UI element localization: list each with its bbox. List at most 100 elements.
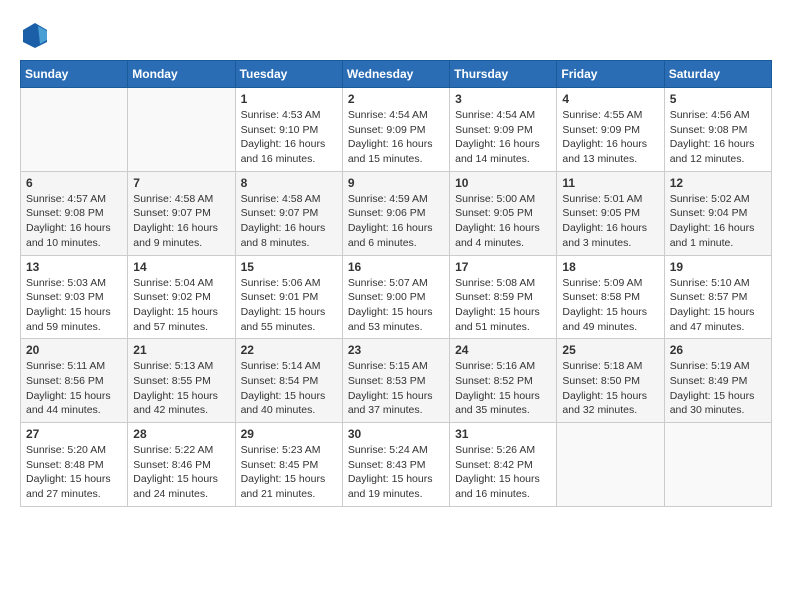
day-number: 9 (348, 176, 444, 190)
calendar-cell (557, 423, 664, 507)
calendar-cell: 25 Sunrise: 5:18 AMSunset: 8:50 PMDayligh… (557, 339, 664, 423)
day-number: 30 (348, 427, 444, 441)
day-info: Sunrise: 4:55 AMSunset: 9:09 PMDaylight:… (562, 108, 658, 167)
day-info: Sunrise: 5:15 AMSunset: 8:53 PMDaylight:… (348, 359, 444, 418)
calendar-cell: 21 Sunrise: 5:13 AMSunset: 8:55 PMDayligh… (128, 339, 235, 423)
day-info: Sunrise: 4:58 AMSunset: 9:07 PMDaylight:… (241, 192, 337, 251)
calendar-cell: 1Sunrise: 4:53 AMSunset: 9:10 PMDaylight… (235, 88, 342, 172)
week-row-1: 1Sunrise: 4:53 AMSunset: 9:10 PMDaylight… (21, 88, 772, 172)
calendar-cell: 18 Sunrise: 5:09 AMSunset: 8:58 PMDayligh… (557, 255, 664, 339)
day-info: Sunrise: 5:02 AMSunset: 9:04 PMDaylight:… (670, 192, 766, 251)
day-number: 2 (348, 92, 444, 106)
day-info: Sunrise: 4:58 AMSunset: 9:07 PMDaylight:… (133, 192, 229, 251)
day-info: Sunrise: 5:19 AMSunset: 8:49 PMDaylight:… (670, 359, 766, 418)
day-number: 8 (241, 176, 337, 190)
day-number: 3 (455, 92, 551, 106)
calendar-cell: 29 Sunrise: 5:23 AMSunset: 8:45 PMDayligh… (235, 423, 342, 507)
calendar-cell: 3 Sunrise: 4:54 AMSunset: 9:09 PMDaylight… (450, 88, 557, 172)
calendar-cell: 24 Sunrise: 5:16 AMSunset: 8:52 PMDayligh… (450, 339, 557, 423)
header-wednesday: Wednesday (342, 61, 449, 88)
calendar-cell: 15Sunrise: 5:06 AMSunset: 9:01 PMDayligh… (235, 255, 342, 339)
day-number: 21 (133, 343, 229, 357)
day-info: Sunrise: 4:54 AMSunset: 9:09 PMDaylight:… (455, 108, 551, 167)
day-info: Sunrise: 5:26 AMSunset: 8:42 PMDaylight:… (455, 443, 551, 502)
calendar-cell: 9 Sunrise: 4:59 AMSunset: 9:06 PMDaylight… (342, 171, 449, 255)
day-number: 28 (133, 427, 229, 441)
calendar-cell: 14 Sunrise: 5:04 AMSunset: 9:02 PMDayligh… (128, 255, 235, 339)
calendar-header-row: SundayMondayTuesdayWednesdayThursdayFrid… (21, 61, 772, 88)
calendar-cell: 10 Sunrise: 5:00 AMSunset: 9:05 PMDayligh… (450, 171, 557, 255)
calendar-cell: 4Sunrise: 4:55 AMSunset: 9:09 PMDaylight… (557, 88, 664, 172)
day-info: Sunrise: 5:06 AMSunset: 9:01 PMDaylight:… (241, 276, 337, 335)
day-number: 17 (455, 260, 551, 274)
day-number: 12 (670, 176, 766, 190)
day-number: 11 (562, 176, 658, 190)
header-sunday: Sunday (21, 61, 128, 88)
logo-icon (20, 20, 50, 50)
calendar-cell: 30 Sunrise: 5:24 AMSunset: 8:43 PMDayligh… (342, 423, 449, 507)
calendar-cell: 19 Sunrise: 5:10 AMSunset: 8:57 PMDayligh… (664, 255, 771, 339)
day-number: 27 (26, 427, 122, 441)
day-info: Sunrise: 5:08 AMSunset: 8:59 PMDaylight:… (455, 276, 551, 335)
day-info: Sunrise: 5:13 AMSunset: 8:55 PMDaylight:… (133, 359, 229, 418)
calendar-cell: 26 Sunrise: 5:19 AMSunset: 8:49 PMDayligh… (664, 339, 771, 423)
day-number: 7 (133, 176, 229, 190)
day-info: Sunrise: 4:57 AMSunset: 9:08 PMDaylight:… (26, 192, 122, 251)
calendar-cell: 22 Sunrise: 5:14 AMSunset: 8:54 PMDayligh… (235, 339, 342, 423)
header-saturday: Saturday (664, 61, 771, 88)
day-info: Sunrise: 5:00 AMSunset: 9:05 PMDaylight:… (455, 192, 551, 251)
calendar-cell: 12 Sunrise: 5:02 AMSunset: 9:04 PMDayligh… (664, 171, 771, 255)
day-info: Sunrise: 5:07 AMSunset: 9:00 PMDaylight:… (348, 276, 444, 335)
calendar-cell (128, 88, 235, 172)
logo (20, 20, 55, 50)
calendar-cell (21, 88, 128, 172)
day-info: Sunrise: 4:56 AMSunset: 9:08 PMDaylight:… (670, 108, 766, 167)
day-info: Sunrise: 4:54 AMSunset: 9:09 PMDaylight:… (348, 108, 444, 167)
day-number: 6 (26, 176, 122, 190)
day-number: 18 (562, 260, 658, 274)
day-info: Sunrise: 4:59 AMSunset: 9:06 PMDaylight:… (348, 192, 444, 251)
day-info: Sunrise: 5:24 AMSunset: 8:43 PMDaylight:… (348, 443, 444, 502)
calendar-cell: 17 Sunrise: 5:08 AMSunset: 8:59 PMDayligh… (450, 255, 557, 339)
day-number: 29 (241, 427, 337, 441)
day-info: Sunrise: 5:16 AMSunset: 8:52 PMDaylight:… (455, 359, 551, 418)
day-number: 16 (348, 260, 444, 274)
calendar-cell: 5 Sunrise: 4:56 AMSunset: 9:08 PMDaylight… (664, 88, 771, 172)
calendar-cell: 28Sunrise: 5:22 AMSunset: 8:46 PMDayligh… (128, 423, 235, 507)
header-thursday: Thursday (450, 61, 557, 88)
day-number: 20 (26, 343, 122, 357)
calendar-cell: 6 Sunrise: 4:57 AMSunset: 9:08 PMDaylight… (21, 171, 128, 255)
day-number: 22 (241, 343, 337, 357)
day-number: 5 (670, 92, 766, 106)
calendar-cell: 8 Sunrise: 4:58 AMSunset: 9:07 PMDaylight… (235, 171, 342, 255)
day-number: 25 (562, 343, 658, 357)
day-info: Sunrise: 5:11 AMSunset: 8:56 PMDaylight:… (26, 359, 122, 418)
day-info: Sunrise: 5:23 AMSunset: 8:45 PMDaylight:… (241, 443, 337, 502)
day-info: Sunrise: 5:10 AMSunset: 8:57 PMDaylight:… (670, 276, 766, 335)
day-number: 10 (455, 176, 551, 190)
day-number: 31 (455, 427, 551, 441)
week-row-5: 27 Sunrise: 5:20 AMSunset: 8:48 PMDayligh… (21, 423, 772, 507)
day-info: Sunrise: 5:04 AMSunset: 9:02 PMDaylight:… (133, 276, 229, 335)
page-header (20, 20, 772, 50)
day-number: 26 (670, 343, 766, 357)
calendar-table: SundayMondayTuesdayWednesdayThursdayFrid… (20, 60, 772, 507)
day-info: Sunrise: 5:14 AMSunset: 8:54 PMDaylight:… (241, 359, 337, 418)
calendar-cell: 23Sunrise: 5:15 AMSunset: 8:53 PMDayligh… (342, 339, 449, 423)
day-info: Sunrise: 5:20 AMSunset: 8:48 PMDaylight:… (26, 443, 122, 502)
day-info: Sunrise: 5:03 AMSunset: 9:03 PMDaylight:… (26, 276, 122, 335)
day-number: 24 (455, 343, 551, 357)
calendar-cell: 27 Sunrise: 5:20 AMSunset: 8:48 PMDayligh… (21, 423, 128, 507)
day-number: 14 (133, 260, 229, 274)
day-info: Sunrise: 5:09 AMSunset: 8:58 PMDaylight:… (562, 276, 658, 335)
day-number: 1 (241, 92, 337, 106)
day-info: Sunrise: 5:18 AMSunset: 8:50 PMDaylight:… (562, 359, 658, 418)
header-tuesday: Tuesday (235, 61, 342, 88)
day-number: 13 (26, 260, 122, 274)
week-row-4: 20 Sunrise: 5:11 AMSunset: 8:56 PMDayligh… (21, 339, 772, 423)
day-number: 19 (670, 260, 766, 274)
calendar-cell: 20 Sunrise: 5:11 AMSunset: 8:56 PMDayligh… (21, 339, 128, 423)
header-monday: Monday (128, 61, 235, 88)
calendar-cell: 11Sunrise: 5:01 AMSunset: 9:05 PMDayligh… (557, 171, 664, 255)
calendar-cell: 7 Sunrise: 4:58 AMSunset: 9:07 PMDaylight… (128, 171, 235, 255)
